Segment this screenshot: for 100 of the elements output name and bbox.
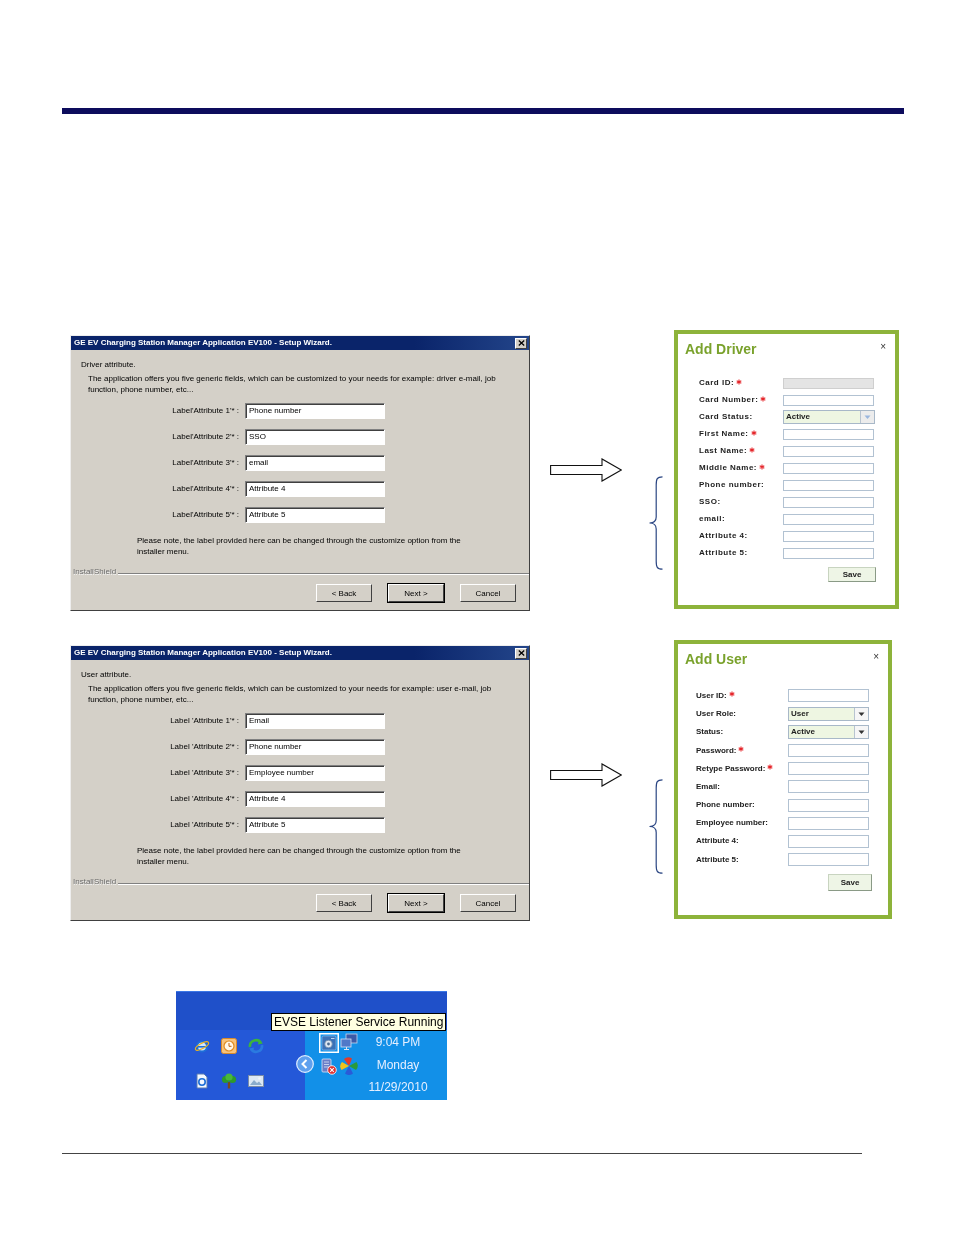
tooltip: EVSE Listener Service Running (271, 1013, 447, 1031)
text-field[interactable] (788, 853, 869, 867)
circular-arrows-icon[interactable] (248, 1038, 264, 1054)
text-field[interactable] (783, 394, 874, 406)
field-label: User Role: (696, 709, 736, 720)
field-label: Card Number: (699, 395, 759, 406)
text-field[interactable]: Attribute 5 (245, 817, 385, 833)
text-field[interactable]: Attribute 4 (245, 791, 385, 807)
close-button[interactable] (515, 337, 527, 349)
text-field[interactable]: Email (245, 713, 385, 729)
close-button[interactable]: × (873, 652, 879, 662)
caret-down-icon (854, 708, 868, 721)
pinwheel-icon[interactable] (340, 1057, 358, 1075)
text-field[interactable]: email (245, 455, 385, 471)
brand-label: InstallShield (73, 877, 117, 887)
field-label: First Name: (699, 429, 749, 440)
cancel-button[interactable]: Cancel (460, 584, 516, 602)
text-field[interactable] (788, 762, 869, 776)
right-arrow-icon (550, 763, 622, 787)
field-label: Password: (696, 745, 737, 756)
globe-icon[interactable] (194, 1038, 210, 1054)
attribute-label: Label'Attribute 3'* : (172, 458, 239, 467)
field-label: User ID: (696, 691, 727, 701)
field-label: Retype Password: (696, 763, 766, 774)
close-icon (517, 340, 525, 346)
field-label: Attribute 5: (696, 854, 739, 865)
save-button[interactable]: Save (828, 873, 872, 891)
text-field[interactable]: Phone number (245, 739, 385, 755)
field-label: SSO: (699, 497, 721, 508)
attribute-label: Label 'Attribute 2'* : (170, 742, 239, 751)
field-label: Attribute 4: (699, 531, 748, 542)
text-field[interactable] (788, 835, 869, 848)
field-label: Attribute 5: (699, 548, 748, 559)
field-label: Phone number: (699, 480, 765, 491)
chevron-left-icon[interactable] (296, 1055, 314, 1073)
text-field[interactable] (783, 479, 874, 491)
dropdown-field[interactable]: Active (788, 725, 869, 740)
brand-label: InstallShield (73, 567, 117, 577)
text-field[interactable]: SSO (245, 429, 385, 445)
close-button[interactable]: × (880, 342, 886, 352)
clock-icon[interactable] (221, 1038, 237, 1054)
field-label: Card ID: (699, 378, 735, 389)
dropdown-field[interactable]: Active (783, 410, 875, 425)
panel-title: Add User (685, 651, 748, 668)
section-heading: User attribute. (81, 670, 132, 680)
field-label: Phone number: (696, 800, 755, 811)
field-label: Status: (696, 727, 724, 738)
next-button[interactable]: Next > (388, 894, 444, 912)
left-brace-icon (648, 476, 664, 570)
text-field[interactable] (783, 428, 874, 440)
back-button[interactable]: < Back (316, 584, 372, 602)
attribute-label: Label 'Attribute 1'* : (170, 716, 239, 725)
text-field[interactable] (783, 462, 874, 474)
caret-down-icon (860, 411, 874, 424)
picture-icon[interactable] (248, 1073, 264, 1089)
field-label: Email: (696, 781, 720, 792)
field-label: Card Status: (699, 412, 753, 423)
day-text: Monday (376, 1056, 420, 1074)
text-field[interactable] (783, 445, 874, 457)
text-field[interactable]: Attribute 4 (245, 481, 385, 497)
section-heading: Driver attribute. (81, 360, 136, 370)
description-text: The application offers you five generic fields, which can be customized to your needs for example: user e-mail, job function, phone number, etc... (88, 683, 493, 705)
text-field[interactable] (788, 744, 869, 758)
save-button[interactable]: Save (828, 566, 876, 582)
cancel-button[interactable]: Cancel (460, 894, 516, 912)
text-field[interactable]: Phone number (245, 403, 385, 419)
text-field[interactable] (788, 689, 869, 703)
next-button[interactable]: Next > (388, 584, 444, 602)
text-field[interactable] (788, 816, 869, 830)
description-text: The application offers you five generic fields, which can be customized to your needs for example: driver e-mail, job function, phone number, etc... (88, 373, 497, 395)
window-title: GE EV Charging Station Manager Application EV100 - Setup Wizard. (74, 337, 332, 349)
attribute-label: Label'Attribute 4'* : (172, 484, 239, 493)
back-button[interactable]: < Back (316, 894, 372, 912)
field-label: email: (699, 514, 726, 525)
right-arrow-icon (550, 458, 622, 482)
monitors-icon[interactable] (340, 1033, 358, 1051)
text-field[interactable] (783, 530, 874, 542)
attribute-label: Label'Attribute 2'* : (172, 432, 239, 441)
text-field[interactable]: Attribute 5 (245, 507, 385, 523)
ring-tile-icon[interactable] (319, 1033, 339, 1053)
caret-down-icon (854, 726, 868, 739)
text-field[interactable] (783, 513, 874, 525)
panel-title: Add Driver (685, 341, 757, 358)
text-field[interactable]: Employee number (245, 765, 385, 781)
field-label: Middle Name: (699, 463, 757, 474)
dropdown-field[interactable]: User (788, 707, 869, 722)
page-icon[interactable] (194, 1073, 210, 1089)
window-title: GE EV Charging Station Manager Application EV100 - Setup Wizard. (74, 647, 332, 659)
text-field[interactable] (783, 547, 874, 559)
field-label: Employee number: (696, 818, 768, 829)
text-field[interactable] (783, 496, 874, 508)
close-icon (517, 650, 525, 656)
date-text: 11/29/2010 (368, 1079, 428, 1096)
field-label: Last Name: (699, 446, 748, 457)
text-field[interactable] (788, 798, 869, 812)
device-error-icon[interactable] (319, 1057, 337, 1075)
attribute-label: Label'Attribute 1'* : (172, 406, 239, 415)
tree-icon[interactable] (221, 1073, 237, 1089)
close-button[interactable] (515, 647, 527, 659)
text-field[interactable] (788, 780, 869, 794)
